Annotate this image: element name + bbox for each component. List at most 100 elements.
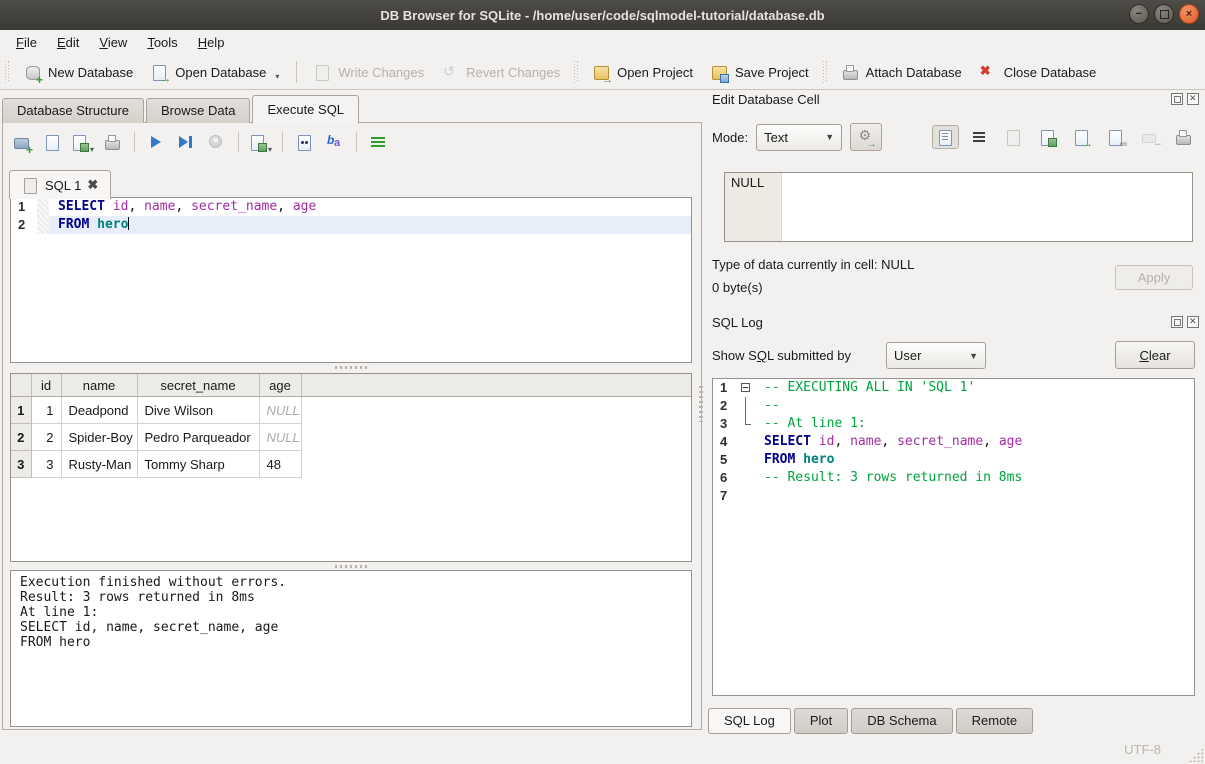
sql-editor[interactable]: 1SELECT id, name, secret_name, age2FROM … <box>10 197 692 363</box>
format-sql-icon[interactable] <box>365 130 392 154</box>
cell[interactable]: Dive Wilson <box>137 397 259 424</box>
close-dock-icon[interactable] <box>1187 316 1199 328</box>
cell-value-editor[interactable]: NULL <box>724 172 1193 242</box>
cell[interactable]: NULL <box>259 424 301 451</box>
cell[interactable]: NULL <box>259 397 301 424</box>
tab-browse-data[interactable]: Browse Data <box>146 98 250 123</box>
execution-message: Execution finished without errors. Resul… <box>10 570 692 727</box>
float-dock-icon[interactable] <box>1171 93 1183 105</box>
cell[interactable]: 48 <box>259 451 301 478</box>
open-project-icon <box>593 64 610 81</box>
save-project-button[interactable]: Save Project <box>702 60 818 85</box>
cell[interactable]: 1 <box>31 397 61 424</box>
edit-cell-dock-buttons <box>1171 93 1199 105</box>
sql-file-tab[interactable]: SQL 1 ✖ <box>9 170 111 199</box>
row-header[interactable]: 2 <box>11 424 31 451</box>
auto-switch-mode-button[interactable] <box>850 123 882 151</box>
dock-tab-bar: SQL LogPlotDB SchemaRemote <box>708 708 1033 734</box>
toolbar-separator <box>134 132 135 152</box>
cell[interactable]: Pedro Parqueador <box>137 424 259 451</box>
code-line: 2-- <box>713 397 1194 415</box>
dropdown-caret-icon[interactable]: ▾ <box>275 73 279 81</box>
chevron-down-icon: ▼ <box>825 132 834 142</box>
auto-completion-icon[interactable] <box>321 130 348 154</box>
export-data-icon[interactable] <box>1034 125 1061 149</box>
results-grid[interactable]: idnamesecret_nameage11DeadpondDive Wilso… <box>10 373 692 562</box>
open-database-button[interactable]: Open Database▾ <box>142 60 288 85</box>
main-tab-bar: Database StructureBrowse DataExecute SQL <box>2 97 361 123</box>
open-sql-file-icon[interactable] <box>39 130 66 154</box>
menu-edit[interactable]: Edit <box>47 32 89 53</box>
dock-tab-db-schema[interactable]: DB Schema <box>851 708 952 734</box>
pane-splitter[interactable] <box>699 386 703 422</box>
row-header[interactable]: 1 <box>11 397 31 424</box>
code-line: 1-- EXECUTING ALL IN 'SQL 1' <box>713 379 1194 397</box>
copy-link-icon[interactable] <box>1102 125 1129 149</box>
sql-log-view[interactable]: 1-- EXECUTING ALL IN 'SQL 1'2--3-- At li… <box>712 378 1195 696</box>
resize-grip[interactable] <box>1189 748 1203 762</box>
close-sql-tab-icon[interactable]: ✖ <box>87 177 98 193</box>
encoding-indicator[interactable]: UTF-8 <box>1124 742 1161 757</box>
menu-tools[interactable]: Tools <box>137 32 187 53</box>
sql-log-filter-select[interactable]: User ▼ <box>886 342 986 369</box>
menu-bar: FileEditViewToolsHelp <box>0 30 1205 55</box>
save-sql-file-icon[interactable]: ▾ <box>69 130 96 154</box>
column-header-name[interactable]: name <box>61 374 137 397</box>
mode-label: Mode: <box>712 130 748 145</box>
splitter-handle[interactable] <box>335 565 369 568</box>
code-line: 2FROM hero <box>11 216 691 234</box>
print-cell-icon[interactable] <box>1170 125 1197 149</box>
dock-tab-sql-log[interactable]: SQL Log <box>708 708 791 734</box>
open-external-icon[interactable] <box>1068 125 1095 149</box>
execute-all-icon[interactable] <box>143 130 170 154</box>
tab-execute-sql[interactable]: Execute SQL <box>252 95 359 124</box>
attach-database-button[interactable]: Attach Database <box>833 60 971 85</box>
menu-view[interactable]: View <box>89 32 137 53</box>
find-text-icon[interactable] <box>291 130 318 154</box>
menu-file[interactable]: File <box>6 32 47 53</box>
new-sql-tab-icon[interactable] <box>9 130 36 154</box>
minimize-button[interactable]: − <box>1129 4 1149 24</box>
execute-current-line-icon[interactable] <box>173 130 200 154</box>
word-wrap-icon[interactable] <box>966 125 993 149</box>
dock-tab-plot[interactable]: Plot <box>794 708 848 734</box>
clear-log-button[interactable]: Clear <box>1115 341 1195 369</box>
new-database-button[interactable]: New Database <box>15 60 142 85</box>
cell[interactable]: Spider-Boy <box>61 424 137 451</box>
mode-select[interactable]: Text ▼ <box>756 124 842 151</box>
stop-execution-icon <box>203 130 230 154</box>
grid-corner[interactable] <box>11 374 31 397</box>
toolbar-separator <box>296 61 297 83</box>
menu-help[interactable]: Help <box>188 32 235 53</box>
cell[interactable]: Tommy Sharp <box>137 451 259 478</box>
dock-tab-remote[interactable]: Remote <box>956 708 1034 734</box>
cell[interactable]: Deadpond <box>61 397 137 424</box>
export-results-icon[interactable]: ▾ <box>247 130 274 154</box>
row-header[interactable]: 3 <box>11 451 31 478</box>
close-button[interactable]: × <box>1179 4 1199 24</box>
column-header-id[interactable]: id <box>31 374 61 397</box>
tab-database-structure[interactable]: Database Structure <box>2 98 144 123</box>
close-database-button[interactable]: Close Database <box>971 60 1106 85</box>
print-sql-icon[interactable] <box>99 130 126 154</box>
cell[interactable]: Rusty-Man <box>61 451 137 478</box>
maximize-button[interactable] <box>1154 4 1174 24</box>
toolbar-handle <box>5 61 10 83</box>
column-header-age[interactable]: age <box>259 374 301 397</box>
cell[interactable]: 2 <box>31 424 61 451</box>
write-changes-button: Write Changes <box>305 60 433 85</box>
import-data-icon <box>1000 125 1027 149</box>
status-bar: UTF-8 <box>0 735 1205 764</box>
column-header-secret_name[interactable]: secret_name <box>137 374 259 397</box>
code-line: 4SELECT id, name, secret_name, age <box>713 433 1194 451</box>
apply-button[interactable]: Apply <box>1115 265 1193 290</box>
table-row: 11DeadpondDive WilsonNULL <box>11 397 691 424</box>
float-dock-icon[interactable] <box>1171 316 1183 328</box>
sql-log-dock-buttons <box>1171 316 1199 328</box>
open-project-button[interactable]: Open Project <box>584 60 702 85</box>
text-mode-icon[interactable] <box>932 125 959 149</box>
splitter-handle[interactable] <box>335 366 369 369</box>
close-dock-icon[interactable] <box>1187 93 1199 105</box>
cell[interactable]: 3 <box>31 451 61 478</box>
gear-icon <box>858 129 875 146</box>
